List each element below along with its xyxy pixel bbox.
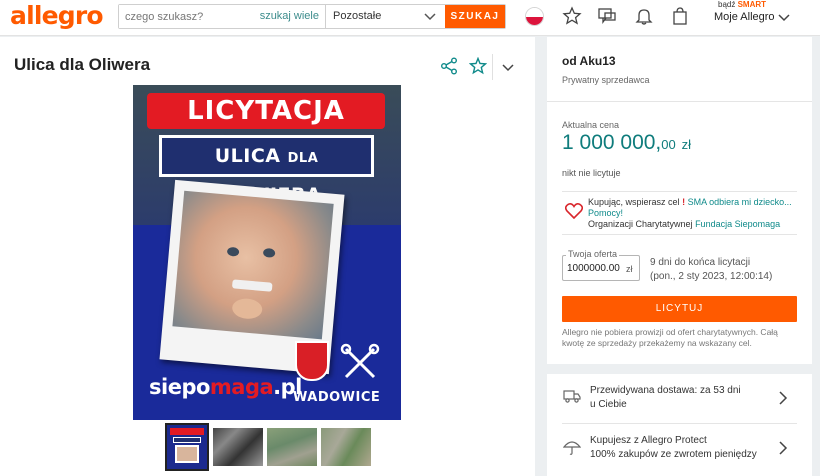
chevron-down-icon xyxy=(424,13,436,21)
bid-button[interactable]: LICYTUJ xyxy=(562,296,797,322)
truck-icon xyxy=(563,390,581,403)
charity-cause-link[interactable]: SMA odbiera mi dziecko... xyxy=(688,197,792,207)
flag-pl-icon[interactable] xyxy=(525,7,544,26)
divider xyxy=(562,191,797,192)
charity-heart-icon xyxy=(565,203,583,219)
product-title: Ulica dla Oliwera xyxy=(14,55,151,74)
thumbnail-strip xyxy=(165,423,371,471)
product-gallery-panel: Ulica dla Oliwera LICYTACJA ULICA DLA OL… xyxy=(0,37,535,476)
bag-icon[interactable] xyxy=(670,6,690,26)
thumbnail-2[interactable] xyxy=(213,428,263,466)
main-product-image[interactable]: LICYTACJA ULICA DLA OLIWIERA siepomaga.p… xyxy=(133,85,401,420)
delivery-protect-panel: Przewidywana dostawa: za 53 dni u Ciebie… xyxy=(547,374,812,476)
search-input[interactable] xyxy=(119,5,256,28)
chevron-right-icon xyxy=(779,391,788,405)
baby-face-image xyxy=(172,190,334,340)
siepomaga-logo: siepomaga.pl xyxy=(149,375,302,399)
allegro-logo[interactable]: allegro xyxy=(10,1,104,30)
charity-note: Allegro nie pobiera prowizji od ofert ch… xyxy=(562,327,778,348)
search-bar: szukaj wiele Pozostałe SZUKAJ xyxy=(118,4,506,29)
hand-shape xyxy=(231,297,264,320)
thumbnail-1[interactable] xyxy=(165,423,209,471)
current-price: 1 000 000,00 zł xyxy=(562,131,691,155)
divider xyxy=(547,101,812,102)
coat-of-arms-icon xyxy=(295,341,329,381)
seller-name[interactable]: od Aku13 xyxy=(562,54,616,68)
smart-prefix: bądź xyxy=(718,0,736,9)
account-menu[interactable]: Moje Allegro xyxy=(714,11,775,23)
eye-shape xyxy=(262,247,276,258)
star-icon[interactable] xyxy=(562,6,582,26)
street-word-a: ULICA xyxy=(214,145,281,167)
divider xyxy=(562,234,797,235)
poster-headline: LICYTACJA xyxy=(147,93,385,129)
exclamation-icon: ! xyxy=(682,197,686,207)
crossed-keys-icon xyxy=(340,343,380,379)
street-word-b: DLA xyxy=(287,151,319,166)
thumbnail-3[interactable] xyxy=(267,428,317,466)
brand-part-a: siepo xyxy=(149,375,210,399)
seller-type: Prywatny sprzedawca xyxy=(562,75,650,85)
days-left: 9 dni do końca licytacji xyxy=(650,257,751,268)
purchase-panel: od Aku13 Prywatny sprzedawca Aktualna ce… xyxy=(547,37,812,364)
charity-info: Kupując, wspierasz cel ! SMA odbiera mi … xyxy=(588,197,803,230)
chevron-right-icon xyxy=(779,441,788,455)
delivery-text: Przewidywana dostawa: za 53 dni u Ciebie xyxy=(590,384,741,412)
search-many-link[interactable]: szukaj wiele xyxy=(256,5,325,28)
price-label: Aktualna cena xyxy=(562,120,620,130)
favorite-star-icon[interactable] xyxy=(469,57,487,75)
bid-amount-value[interactable]: 1000000.00 xyxy=(567,263,620,274)
bell-icon[interactable] xyxy=(634,6,654,26)
protect-line-1: Kupujesz z Allegro Protect xyxy=(590,435,707,446)
protect-line-2: 100% zakupów ze zwrotem pieniędzy xyxy=(590,449,757,460)
bids-status: nikt nie licytuje xyxy=(562,168,621,178)
delivery-line-2: u Ciebie xyxy=(590,399,627,410)
poster-street-sign: ULICA DLA OLIWIERA xyxy=(159,135,374,206)
poster-town: WADOWICE xyxy=(293,390,381,405)
umbrella-icon xyxy=(563,441,581,455)
category-select[interactable]: Pozostałe xyxy=(325,5,445,28)
protect-row[interactable]: Kupujesz z Allegro Protect 100% zakupów … xyxy=(547,424,812,472)
eye-shape xyxy=(226,246,240,257)
share-icon[interactable] xyxy=(440,57,458,75)
delivery-line-1: Przewidywana dostawa: za 53 dni xyxy=(590,385,741,396)
price-main: 1 000 000, xyxy=(562,131,662,154)
top-header: allegro szukaj wiele Pozostałe SZUKAJ bą… xyxy=(0,0,820,36)
delivery-row[interactable]: Przewidywana dostawa: za 53 dni u Ciebie xyxy=(547,374,812,422)
category-value: Pozostałe xyxy=(333,10,382,22)
chevron-down-icon[interactable] xyxy=(501,60,515,74)
thumbnail-4[interactable] xyxy=(321,428,371,466)
protect-text: Kupujesz z Allegro Protect 100% zakupów … xyxy=(590,434,757,462)
chevron-down-icon[interactable] xyxy=(778,11,790,23)
bid-amount-label: Twoja oferta xyxy=(566,249,620,259)
smart-label: SMART xyxy=(737,0,767,9)
brand-part-b: maga xyxy=(209,375,274,399)
smart-promo[interactable]: bądź SMART xyxy=(718,0,766,9)
charity-cause-link-cont[interactable]: Pomocy! xyxy=(588,208,623,218)
charity-intro: Kupując, wspierasz cel xyxy=(588,197,680,207)
price-currency: zł xyxy=(681,137,691,152)
price-decimals: 00 xyxy=(661,137,676,152)
auction-end-info: 9 dni do końca licytacji (pon., 2 sty 20… xyxy=(650,256,772,284)
charity-org-link[interactable]: Fundacja Siepomaga xyxy=(695,219,780,229)
divider xyxy=(492,54,493,80)
chat-icon[interactable] xyxy=(597,6,617,26)
nasal-tube-shape xyxy=(231,279,273,292)
search-button[interactable]: SZUKAJ xyxy=(445,5,505,28)
charity-org-prefix: Organizacji Charytatywnej xyxy=(588,219,693,229)
end-date: (pon., 2 sty 2023, 12:00:14) xyxy=(650,271,773,282)
bid-amount-currency: zł xyxy=(626,264,633,274)
